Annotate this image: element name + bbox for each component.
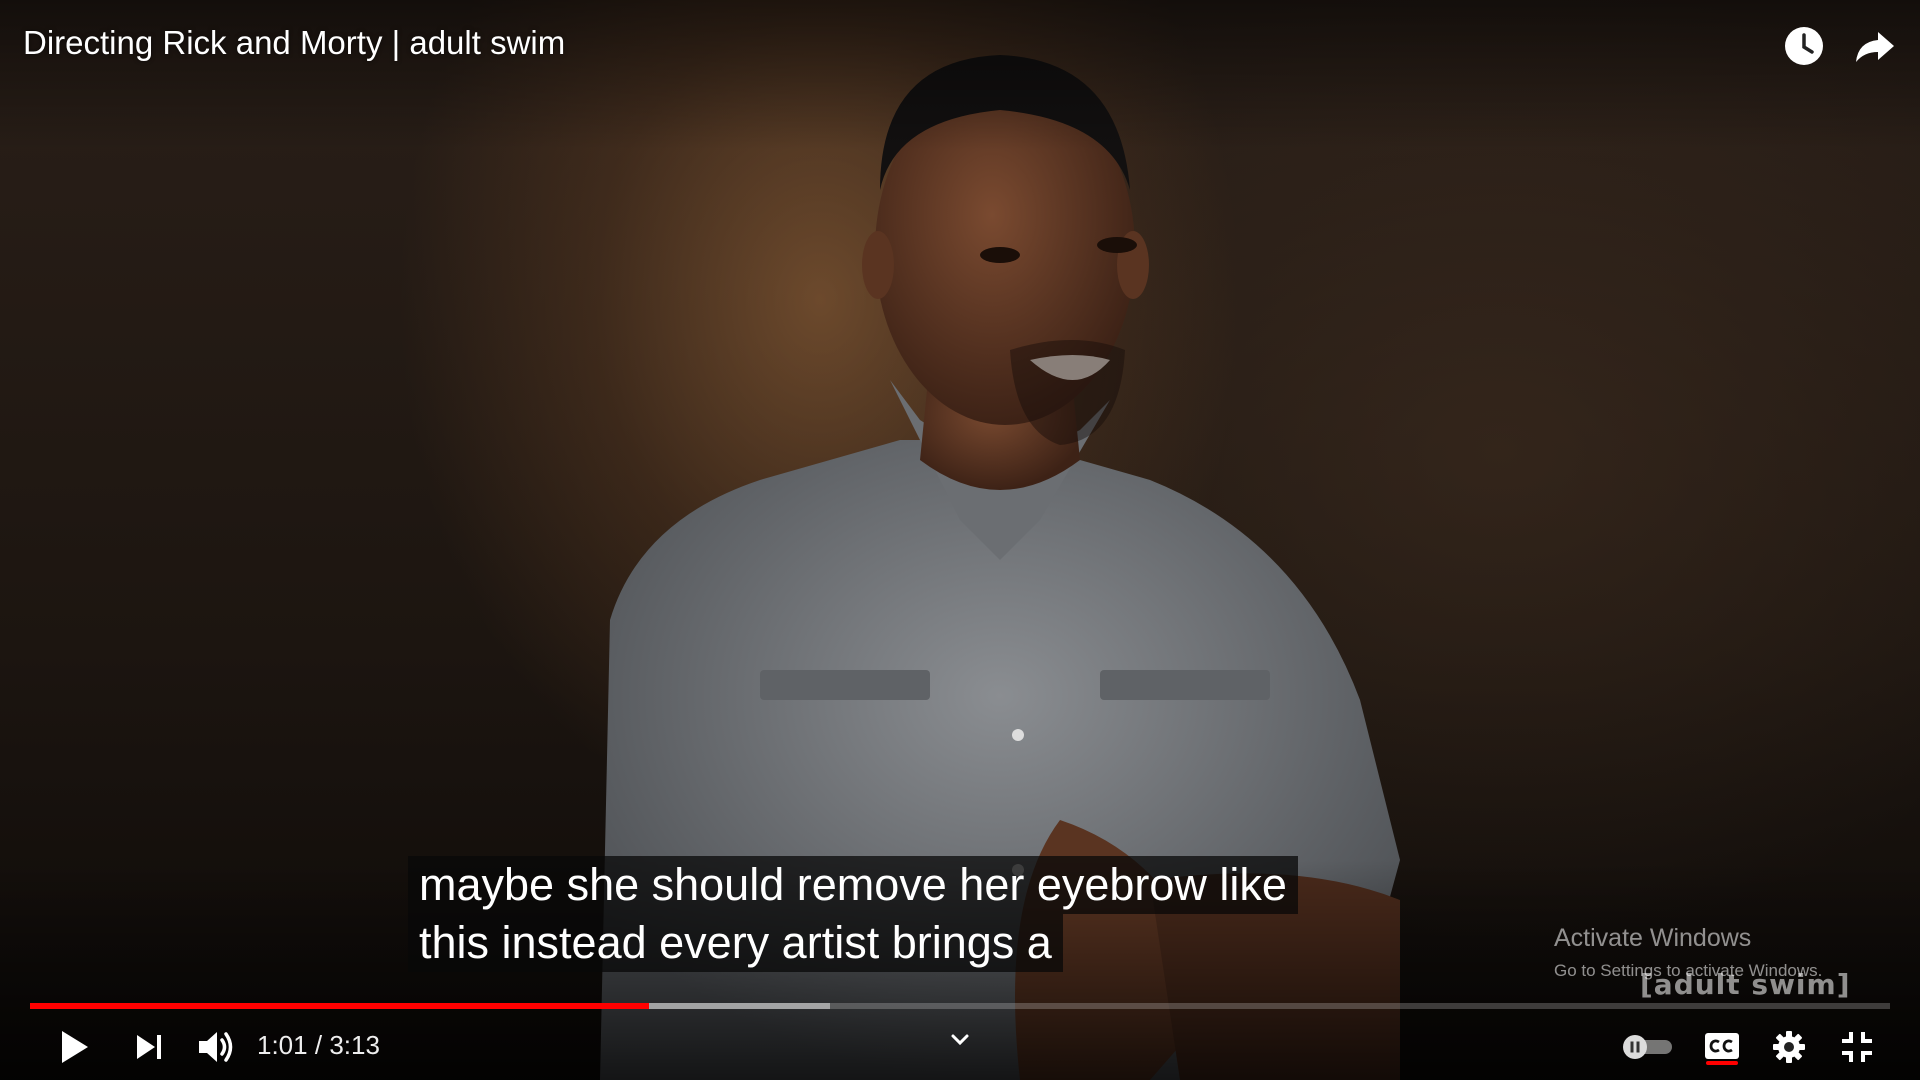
play-button[interactable] — [56, 1028, 92, 1066]
play-icon — [62, 1031, 88, 1063]
captions-button[interactable] — [1704, 1032, 1740, 1060]
gear-icon — [1773, 1031, 1805, 1063]
watch-later-button[interactable] — [1780, 22, 1828, 70]
progress-bar[interactable] — [30, 1003, 1890, 1009]
time-display: 1:01 / 3:13 — [257, 1030, 380, 1061]
caption-line-2: this instead every artist brings a — [408, 914, 1063, 972]
channel-logo: [adult swim] — [1640, 968, 1851, 1001]
caption-line-1: maybe she should remove her eyebrow like — [408, 856, 1298, 914]
activate-windows-title: Activate Windows — [1554, 924, 1752, 952]
fullscreen-exit-icon — [1842, 1032, 1872, 1062]
progress-played — [30, 1003, 650, 1009]
top-gradient — [0, 0, 1920, 150]
share-arrow-icon — [1856, 32, 1894, 62]
current-time: 1:01 — [257, 1030, 308, 1060]
next-button[interactable] — [134, 1032, 166, 1062]
autoplay-toggle-icon — [1623, 1035, 1672, 1059]
caption-window: maybe she should remove her eyebrow like… — [408, 856, 1298, 972]
chevron-down-icon — [951, 1034, 969, 1046]
cc-icon — [1705, 1033, 1739, 1059]
captions-active-indicator — [1706, 1061, 1738, 1065]
video-title[interactable]: Directing Rick and Morty | adult swim — [23, 24, 565, 62]
mute-button[interactable] — [196, 1028, 236, 1066]
more-videos-toggle[interactable] — [950, 1033, 970, 1047]
skip-next-icon — [137, 1035, 161, 1059]
time-separator: / — [314, 1030, 323, 1060]
clock-icon — [1785, 27, 1823, 65]
video-player[interactable]: Directing Rick and Morty | adult swim ma… — [0, 0, 1920, 1080]
autoplay-toggle[interactable] — [1622, 1034, 1674, 1060]
exit-fullscreen-button[interactable] — [1840, 1030, 1874, 1064]
duration: 3:13 — [329, 1030, 380, 1060]
volume-icon — [199, 1032, 233, 1062]
settings-button[interactable] — [1772, 1030, 1806, 1064]
share-button[interactable] — [1850, 22, 1898, 70]
